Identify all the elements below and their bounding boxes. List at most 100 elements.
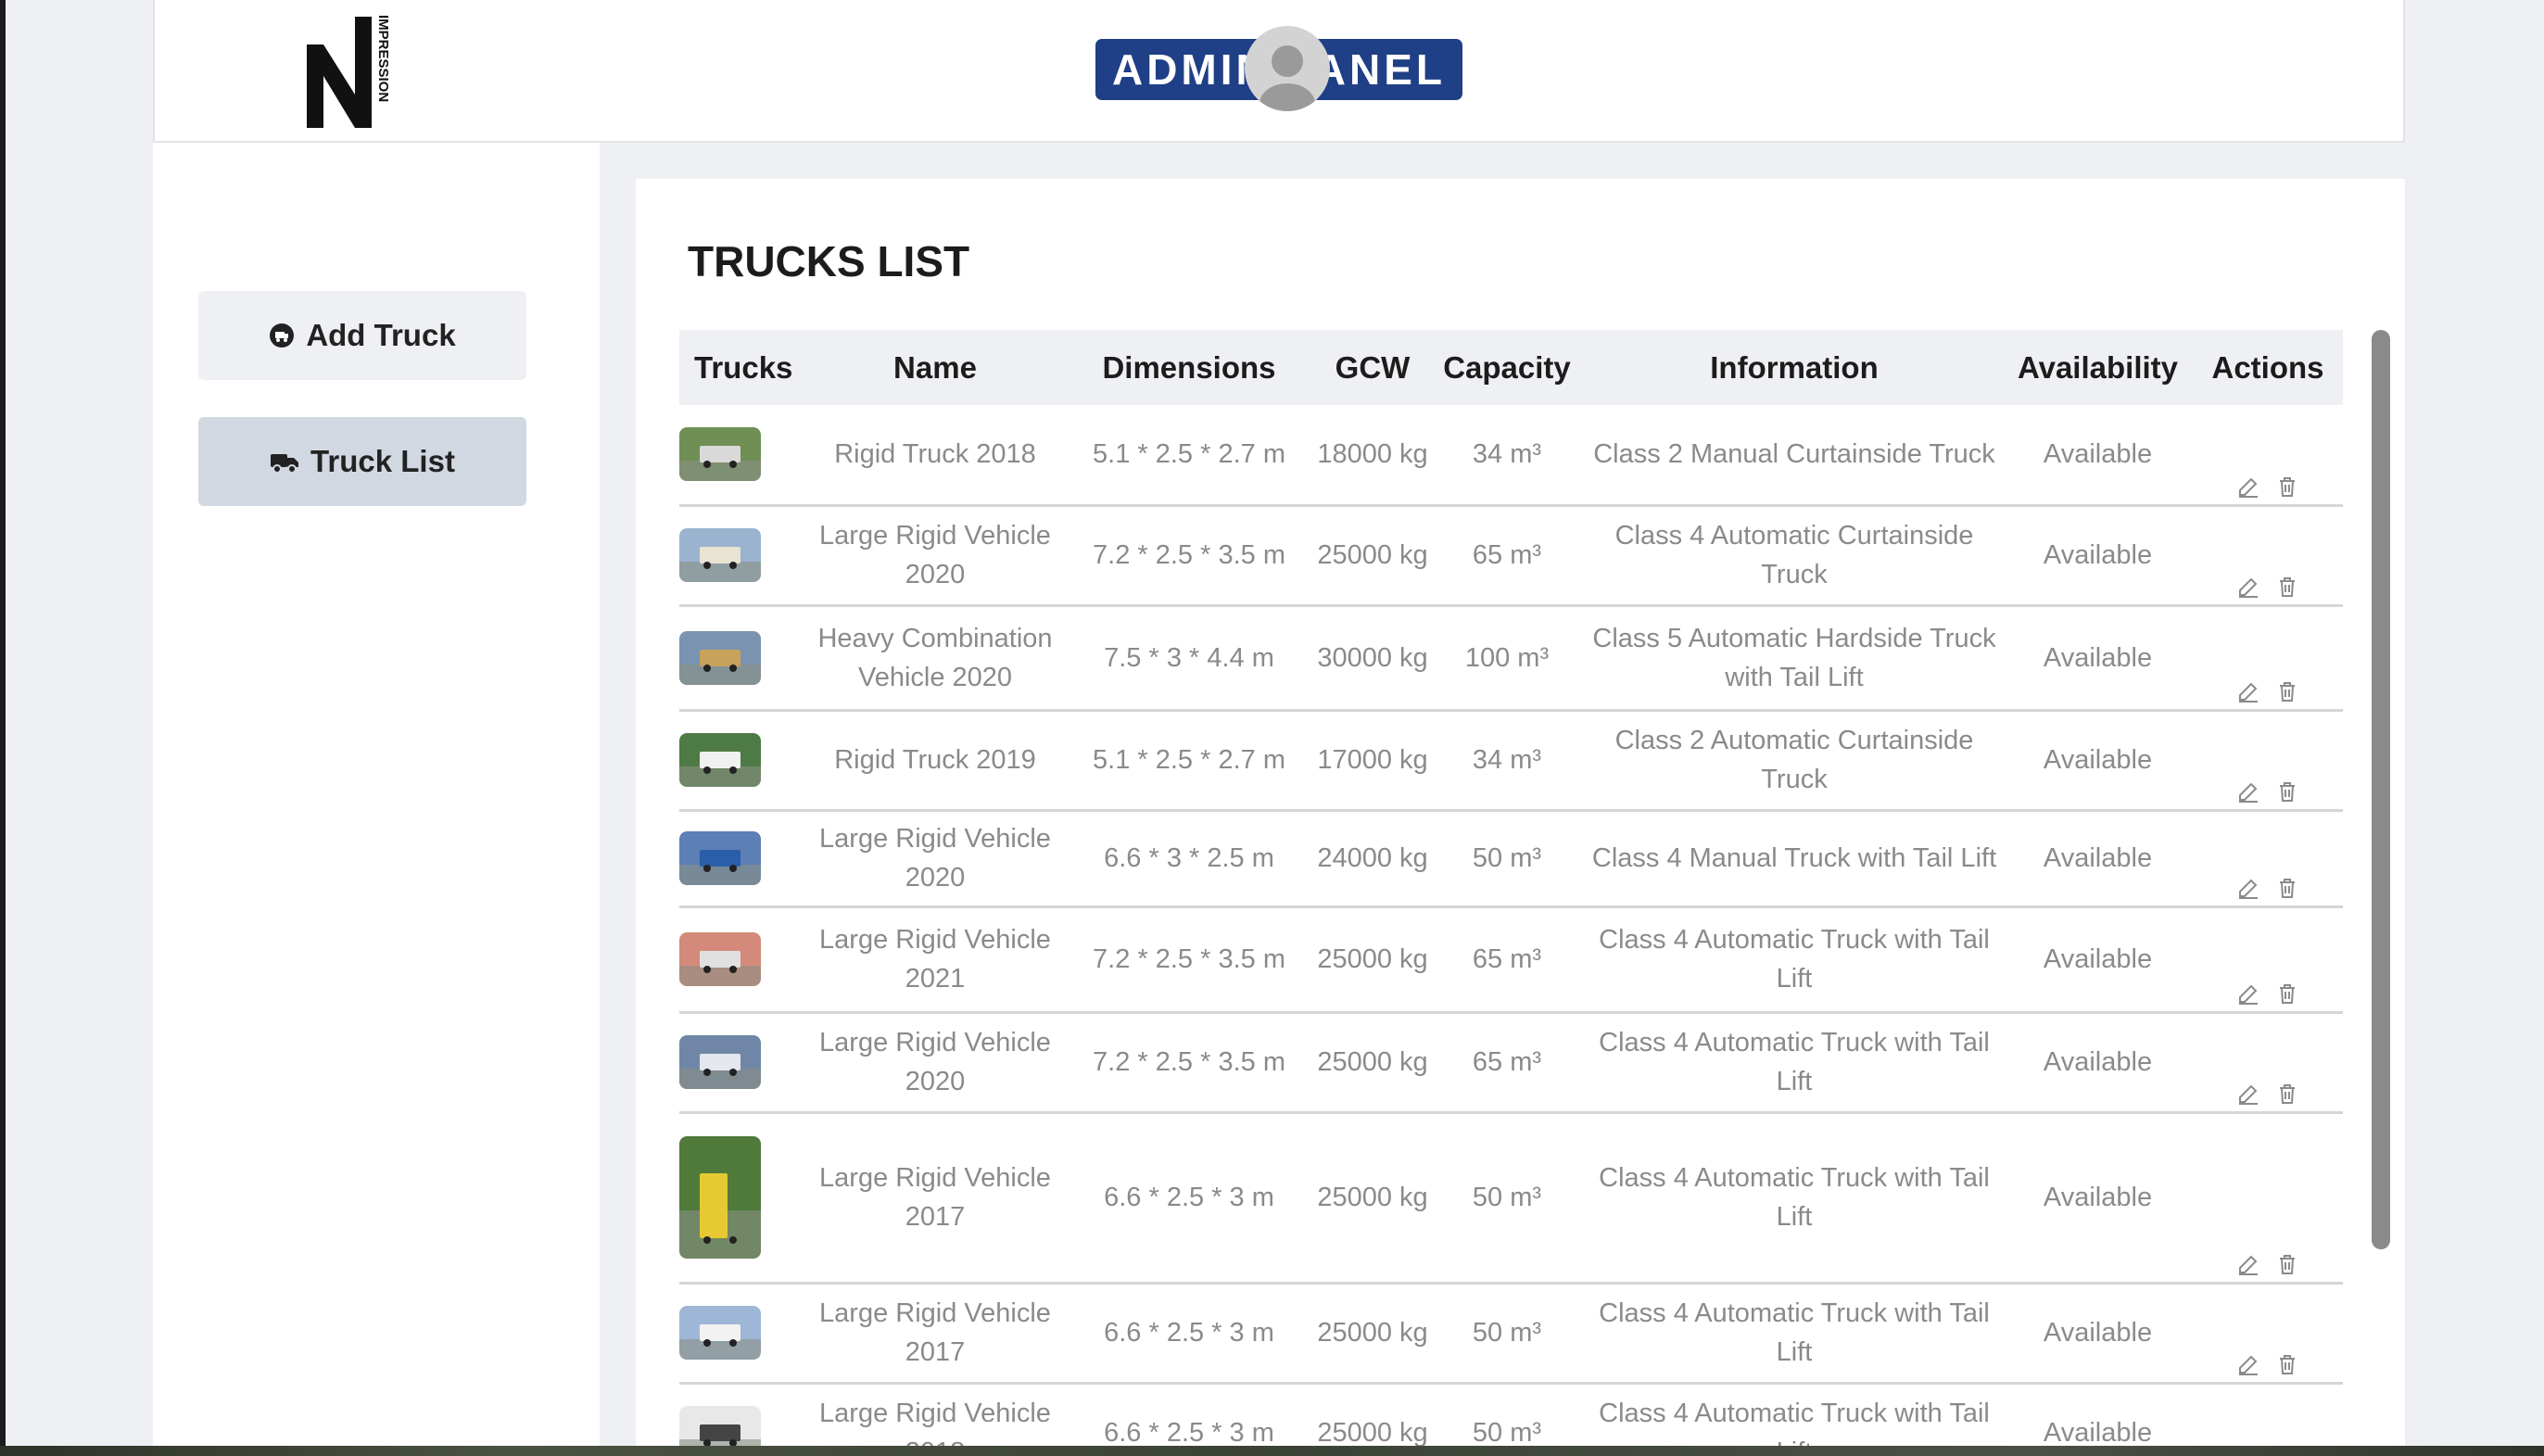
table-row: Large Rigid Vehicle 2017 6.6 * 2.5 * 3 m2… (679, 1283, 2343, 1385)
edit-icon[interactable] (2236, 1352, 2260, 1376)
table-row: Large Rigid Vehicle 20186.6 * 2.5 * 3 m2… (679, 1383, 2343, 1446)
cell-gcw: 25000 kg (1317, 1112, 1428, 1285)
trash-icon[interactable] (2275, 1252, 2299, 1276)
truck-thumbnail-cell (679, 1112, 809, 1285)
cell-name: Rigid Truck 2019 (809, 710, 1061, 812)
edit-icon[interactable] (2236, 475, 2260, 499)
cell-capacity: 34 m³ (1428, 405, 1586, 507)
cell-name: Rigid Truck 2018 (809, 405, 1061, 507)
actions-cell (2193, 1383, 2343, 1446)
actions-cell (2193, 505, 2343, 607)
trucks-table-container[interactable]: Trucks Name Dimensions GCW Capacity Info… (679, 330, 2343, 1446)
truck-thumbnail (679, 1306, 761, 1360)
edit-icon[interactable] (2236, 1082, 2260, 1106)
cell-capacity: 34 m³ (1428, 710, 1586, 812)
trash-icon[interactable] (2275, 575, 2299, 599)
trash-icon[interactable] (2275, 475, 2299, 499)
table-row: Large Rigid Vehicle 2021 7.2 * 2.5 * 3.5 … (679, 906, 2343, 1014)
cell-information: Class 4 Automatic Truck with Tail Lift (1586, 906, 2003, 1014)
scrollbar-thumb[interactable] (2372, 330, 2390, 1249)
truck-thumbnail-cell (679, 906, 809, 1014)
cell-availability: Available (2003, 605, 2193, 712)
cell-capacity: 50 m³ (1428, 1112, 1586, 1285)
cell-capacity: 50 m³ (1428, 1383, 1586, 1446)
truck-thumbnail (679, 1035, 761, 1089)
actions-cell (2193, 1112, 2343, 1285)
user-avatar-icon[interactable] (1245, 26, 1330, 111)
edit-icon[interactable] (2236, 1252, 2260, 1276)
truck-thumbnail-cell (679, 605, 809, 712)
cell-availability: Available (2003, 710, 2193, 812)
trash-icon[interactable] (2275, 981, 2299, 1006)
cell-name: Large Rigid Vehicle 2020 (809, 810, 1061, 908)
window-edge (0, 0, 6, 1456)
trucks-table: Trucks Name Dimensions GCW Capacity Info… (679, 330, 2343, 1446)
cell-capacity: 100 m³ (1428, 605, 1586, 712)
actions-cell (2193, 1012, 2343, 1114)
column-header: Trucks (694, 349, 793, 385)
edit-icon[interactable] (2236, 876, 2260, 900)
truck-thumbnail-cell (679, 1383, 809, 1446)
cell-availability: Available (2003, 1012, 2193, 1114)
actions-cell (2193, 605, 2343, 712)
cell-dimensions: 5.1 * 2.5 * 2.7 m (1061, 405, 1317, 507)
trash-icon[interactable] (2275, 779, 2299, 804)
truck-thumbnail-cell (679, 405, 809, 507)
add-truck-icon (270, 323, 295, 348)
cell-availability: Available (2003, 405, 2193, 507)
cell-gcw: 30000 kg (1317, 605, 1428, 712)
actions-cell (2193, 1283, 2343, 1385)
table-row: Rigid Truck 2019 5.1 * 2.5 * 2.7 m 17000 k… (679, 710, 2343, 812)
add-truck-label: Add Truck (306, 318, 456, 352)
truck-thumbnail (679, 831, 761, 885)
table-row: Large Rigid Vehicle 2020 7.2 * 2.5 * 3.5 … (679, 505, 2343, 607)
trash-icon[interactable] (2275, 1352, 2299, 1376)
logo: IMPRESSION (301, 9, 394, 130)
cell-availability: Available (2003, 906, 2193, 1014)
cell-dimensions: 6.6 * 2.5 * 3 m (1061, 1383, 1317, 1446)
cell-gcw: 25000 kg (1317, 1283, 1428, 1385)
cell-capacity: 50 m³ (1428, 810, 1586, 908)
truck-thumbnail (679, 733, 761, 787)
truck-thumbnail (679, 1136, 761, 1259)
edit-icon[interactable] (2236, 575, 2260, 599)
edit-icon[interactable] (2236, 679, 2260, 703)
truck-icon (271, 454, 299, 474)
truck-thumbnail-cell (679, 505, 809, 607)
column-header: Dimensions (1102, 349, 1276, 385)
column-header: Availability (2017, 349, 2178, 385)
truck-list-button[interactable]: Truck List (198, 417, 526, 506)
table-row: Large Rigid Vehicle 2020 6.6 * 3 * 2.5 m2… (679, 810, 2343, 908)
table-row: Rigid Truck 2018 5.1 * 2.5 * 2.7 m 18000 k… (679, 405, 2343, 507)
cell-capacity: 50 m³ (1428, 1283, 1586, 1385)
cell-information: Class 4 Automatic Truck with Tail Lift (1586, 1383, 2003, 1446)
cell-information: Class 4 Manual Truck with Tail Lift (1586, 810, 2003, 908)
add-truck-button[interactable]: Add Truck (198, 291, 526, 380)
cell-dimensions: 6.6 * 3 * 2.5 m (1061, 810, 1317, 908)
truck-thumbnail (679, 528, 761, 582)
cell-dimensions: 7.5 * 3 * 4.4 m (1061, 605, 1317, 712)
cell-name: Large Rigid Vehicle 2017 (809, 1283, 1061, 1385)
trash-icon[interactable] (2275, 1082, 2299, 1106)
trash-icon[interactable] (2275, 679, 2299, 703)
cell-information: Class 4 Automatic Truck with Tail Lift (1586, 1283, 2003, 1385)
truck-thumbnail (679, 427, 761, 482)
edit-icon[interactable] (2236, 779, 2260, 804)
cell-gcw: 18000 kg (1317, 405, 1428, 507)
cell-name: Large Rigid Vehicle 2021 (809, 906, 1061, 1014)
sidebar: Add Truck Truck List (153, 143, 600, 1446)
cell-availability: Available (2003, 810, 2193, 908)
cell-availability: Available (2003, 1283, 2193, 1385)
cell-dimensions: 6.6 * 2.5 * 3 m (1061, 1112, 1317, 1285)
truck-list-label: Truck List (310, 444, 455, 478)
cell-information: Class 5 Automatic Hardside Truck with Ta… (1586, 605, 2003, 712)
column-header: GCW (1335, 349, 1411, 385)
cell-name: Large Rigid Vehicle 2018 (809, 1383, 1061, 1446)
column-header: Actions (2211, 349, 2324, 385)
edit-icon[interactable] (2236, 981, 2260, 1006)
cell-gcw: 25000 kg (1317, 906, 1428, 1014)
cell-information: Class 4 Automatic Truck with Tail Lift (1586, 1012, 2003, 1114)
trash-icon[interactable] (2275, 876, 2299, 900)
truck-thumbnail (679, 932, 761, 986)
cell-gcw: 25000 kg (1317, 1383, 1428, 1446)
